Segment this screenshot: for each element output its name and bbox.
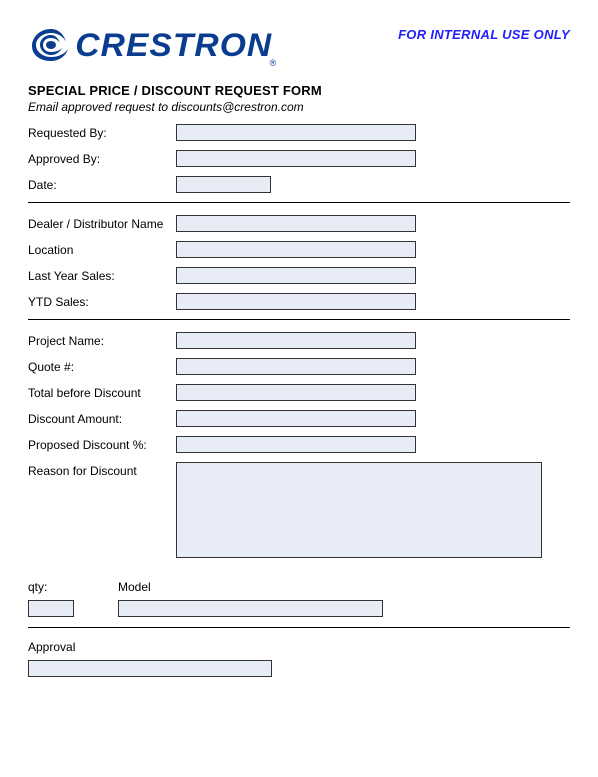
row-discount-amt: Discount Amount: [28,410,570,427]
input-project-name[interactable] [176,332,416,349]
input-requested-by[interactable] [176,124,416,141]
label-last-year: Last Year Sales: [28,267,176,283]
label-qty: qty: [28,580,118,594]
input-total-before-discount[interactable] [176,384,416,401]
divider-2 [28,319,570,320]
row-quote: Quote #: [28,358,570,375]
input-discount-amount[interactable] [176,410,416,427]
label-proposed-pct: Proposed Discount %: [28,436,176,452]
form-title: SPECIAL PRICE / DISCOUNT REQUEST FORM [28,83,570,98]
input-proposed-discount-percent[interactable] [176,436,416,453]
label-location: Location [28,241,176,257]
row-approved-by: Approved By: [28,150,570,167]
label-quote: Quote #: [28,358,176,374]
row-project: Project Name: [28,332,570,349]
row-proposed-pct: Proposed Discount %: [28,436,570,453]
input-quote-number[interactable] [176,358,416,375]
label-project: Project Name: [28,332,176,348]
input-qty[interactable] [28,600,74,617]
qty-model-inputs [28,600,570,617]
registered-icon: ® [270,58,277,68]
divider-3 [28,627,570,628]
input-location[interactable] [176,241,416,258]
row-total-before: Total before Discount [28,384,570,401]
label-model: Model [118,580,151,594]
row-reason: Reason for Discount [28,462,570,558]
input-approved-by[interactable] [176,150,416,167]
input-ytd-sales[interactable] [176,293,416,310]
row-dealer: Dealer / Distributor Name [28,215,570,232]
label-approved-by: Approved By: [28,150,176,166]
input-date[interactable] [176,176,271,193]
input-approval[interactable] [28,660,272,677]
crestron-swirl-icon [28,25,74,65]
qty-model-header: qty: Model [28,580,570,594]
logo-text: CRESTRON [75,27,272,64]
header: CRESTRON ® FOR INTERNAL USE ONLY [28,25,570,65]
label-date: Date: [28,176,176,192]
label-ytd: YTD Sales: [28,293,176,309]
row-location: Location [28,241,570,258]
row-last-year: Last Year Sales: [28,267,570,284]
row-date: Date: [28,176,570,193]
input-last-year-sales[interactable] [176,267,416,284]
form-page: CRESTRON ® FOR INTERNAL USE ONLY SPECIAL… [0,0,598,697]
label-reason: Reason for Discount [28,462,176,478]
label-approval: Approval [28,640,570,654]
row-ytd: YTD Sales: [28,293,570,310]
form-subtitle: Email approved request to discounts@cres… [28,100,570,114]
internal-use-label: FOR INTERNAL USE ONLY [398,27,570,42]
divider-1 [28,202,570,203]
input-dealer[interactable] [176,215,416,232]
row-requested-by: Requested By: [28,124,570,141]
input-model[interactable] [118,600,383,617]
label-discount-amt: Discount Amount: [28,410,176,426]
logo: CRESTRON ® [28,25,280,65]
label-dealer: Dealer / Distributor Name [28,215,176,231]
textarea-reason-for-discount[interactable] [176,462,542,558]
label-requested-by: Requested By: [28,124,176,140]
label-total-before: Total before Discount [28,384,176,400]
